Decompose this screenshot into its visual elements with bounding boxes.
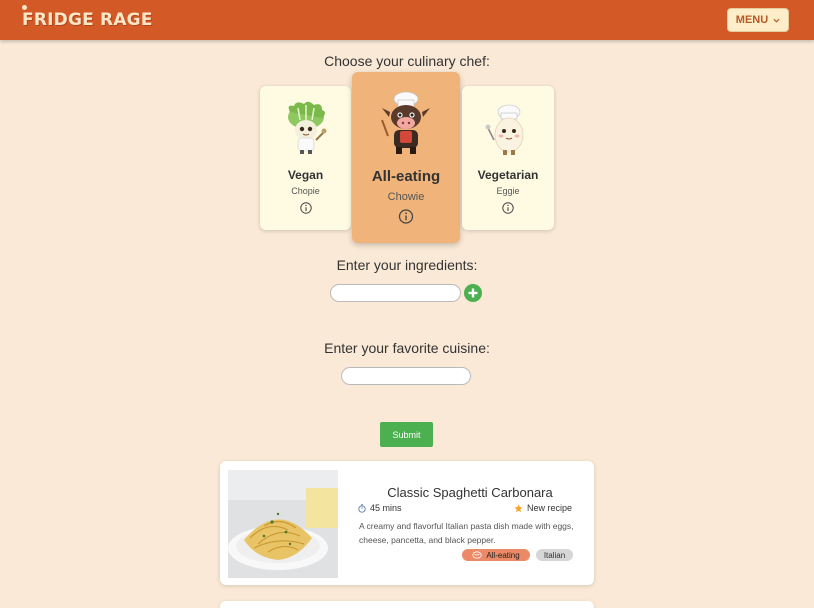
tag-label: Italian bbox=[543, 550, 566, 560]
plus-icon bbox=[468, 288, 478, 298]
chef-name: All-eating bbox=[371, 168, 441, 185]
recipe-time: 45 mins bbox=[358, 503, 402, 513]
chef-name: Vegan bbox=[287, 168, 324, 182]
carbonara-photo bbox=[228, 470, 338, 578]
stopwatch-icon bbox=[358, 503, 366, 513]
tag-all-eating: All-eating bbox=[462, 549, 530, 561]
recipe-description: A creamy and flavorful Italian pasta dis… bbox=[359, 521, 574, 545]
chef-nickname: Chopie bbox=[291, 186, 320, 196]
new-recipe-badge: New recipe bbox=[514, 503, 572, 513]
recipe-card[interactable] bbox=[220, 601, 594, 608]
info-icon[interactable] bbox=[299, 202, 312, 214]
add-ingredient-button[interactable] bbox=[464, 284, 482, 302]
chef-nickname: Eggie bbox=[496, 186, 520, 196]
submit-button[interactable]: Submit bbox=[380, 422, 433, 447]
cuisine-title: Enter your favorite cuisine: bbox=[324, 340, 490, 356]
info-icon[interactable] bbox=[502, 202, 514, 214]
recipe-title[interactable]: Classic Spaghetti Carbonara bbox=[360, 485, 580, 500]
cow-chef-icon bbox=[381, 91, 430, 154]
chef-section-title: Choose your culinary chef: bbox=[324, 53, 490, 69]
star-icon bbox=[514, 503, 523, 512]
chef-card-vegan[interactable]: Vegan Chopie bbox=[260, 86, 351, 230]
logo-spark-icon bbox=[22, 5, 27, 10]
tag-italian: Italian bbox=[536, 549, 573, 561]
chef-card-all-eating[interactable]: All-eating Chowie bbox=[352, 72, 460, 243]
ingredients-input[interactable] bbox=[330, 284, 461, 302]
ingredients-title: Enter your ingredients: bbox=[336, 257, 478, 273]
logo-text: FRIDGE RAGE bbox=[22, 10, 153, 30]
chef-nickname: Chowie bbox=[387, 191, 425, 203]
menu-label: MENU bbox=[735, 14, 769, 26]
info-icon[interactable] bbox=[398, 209, 414, 224]
new-recipe-label: New recipe bbox=[527, 503, 573, 513]
top-nav-bar: FRIDGE RAGE MENU bbox=[0, 0, 814, 40]
chevron-down-icon bbox=[773, 18, 780, 23]
chef-card-vegetarian[interactable]: Vegetarian Eggie bbox=[462, 86, 554, 230]
menu-button[interactable]: MENU bbox=[727, 8, 789, 32]
cuisine-input[interactable] bbox=[341, 367, 471, 385]
recipe-time-label: 45 mins bbox=[370, 503, 402, 513]
egg-chef-icon bbox=[485, 104, 524, 155]
chef-name: Vegetarian bbox=[477, 168, 539, 182]
fridge-rage-logo[interactable]: FRIDGE RAGE bbox=[22, 5, 153, 34]
leaf-chef-icon bbox=[287, 101, 326, 154]
recipe-card[interactable]: Classic Spaghetti Carbonara 45 mins New … bbox=[220, 461, 594, 585]
tag-label: All-eating bbox=[486, 550, 520, 560]
meat-icon bbox=[472, 551, 482, 559]
